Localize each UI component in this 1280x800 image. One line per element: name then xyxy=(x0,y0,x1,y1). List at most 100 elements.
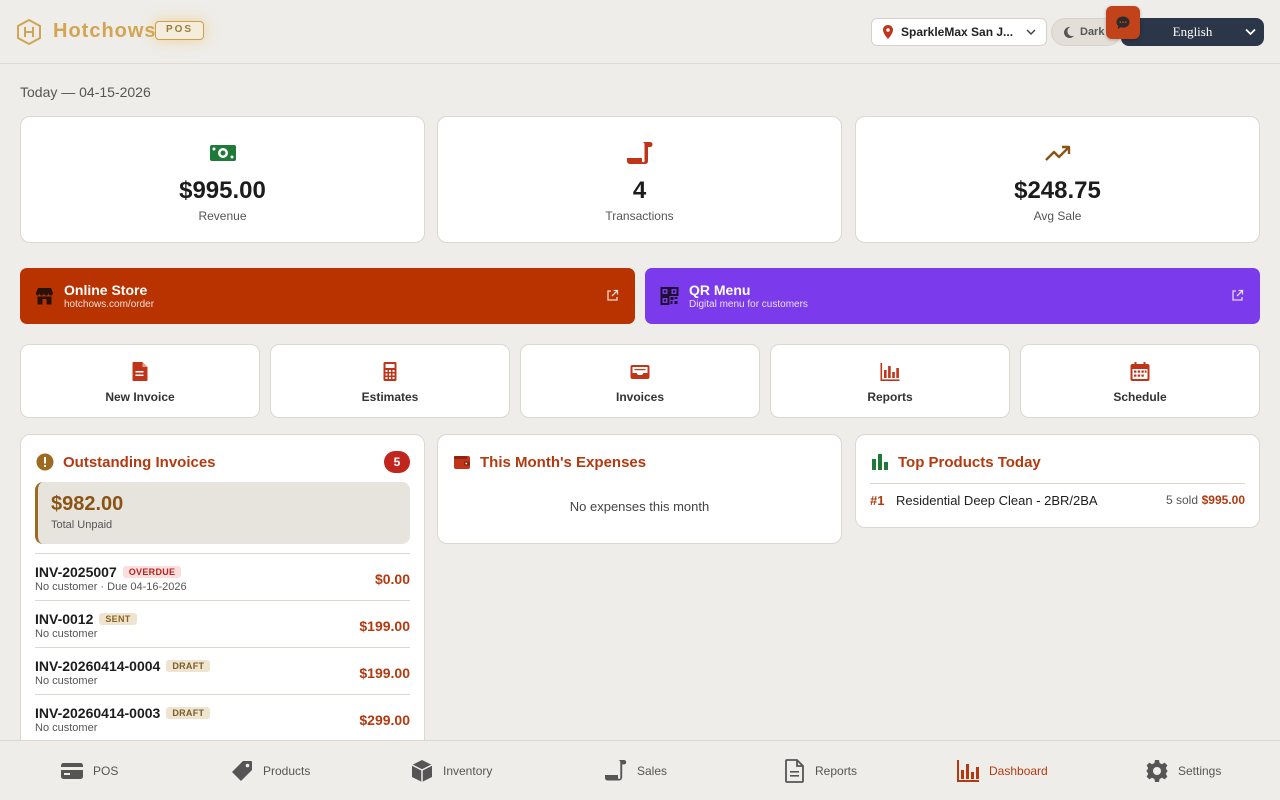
nav-item-reports[interactable]: Reports xyxy=(782,741,857,800)
chevron-down-icon xyxy=(1026,29,1036,36)
chevron-down-icon xyxy=(1245,28,1256,36)
nav-item-products[interactable]: Products xyxy=(230,741,310,800)
location-pin-icon xyxy=(883,25,893,39)
outstanding-invoices-panel: Outstanding Invoices 5 $982.00 Total Unp… xyxy=(20,434,425,754)
expenses-panel: This Month's Expenses No expenses this m… xyxy=(437,434,842,544)
quick-action-label: Reports xyxy=(867,390,913,404)
chat-button[interactable] xyxy=(1106,6,1140,39)
product-rank: #1 xyxy=(870,493,885,508)
schedule-button[interactable]: Schedule xyxy=(1020,344,1260,418)
total-unpaid-label: Total Unpaid xyxy=(51,519,113,531)
receipt-icon xyxy=(605,760,627,781)
top-bar: Hotchows POS SparkleMax San J... Dark En… xyxy=(0,0,1280,64)
total-unpaid-summary: $982.00 Total Unpaid xyxy=(35,482,410,544)
top-products-panel: Top Products Today #1 Residential Deep C… xyxy=(855,434,1260,528)
quick-action-label: New Invoice xyxy=(105,390,175,404)
dark-mode-label: Dark xyxy=(1080,26,1105,38)
calendar-icon xyxy=(1130,362,1150,381)
invoice-id: INV-0012 xyxy=(35,611,94,627)
invoice-id: INV-2025007 xyxy=(35,564,117,580)
external-link-icon xyxy=(607,289,619,301)
empty-state-text: No expenses this month xyxy=(569,499,710,514)
estimates-button[interactable]: Estimates xyxy=(270,344,510,418)
total-unpaid-amount: $982.00 xyxy=(51,493,124,515)
status-badge: SENT xyxy=(99,613,137,625)
invoice-row[interactable]: INV-20260414-0004 DRAFT No customer $199.… xyxy=(35,647,410,694)
banner-title: Online Store xyxy=(64,282,148,298)
nav-label: Products xyxy=(263,764,311,778)
qr-code-icon xyxy=(660,287,679,305)
reports-button[interactable]: Reports xyxy=(770,344,1010,418)
bar-chart-icon xyxy=(872,454,888,470)
status-badge: DRAFT xyxy=(166,707,211,719)
product-sold-count: 5 sold xyxy=(1165,493,1198,507)
bar-chart-icon xyxy=(880,363,900,381)
nav-item-inventory[interactable]: Inventory xyxy=(410,741,492,800)
panel-title: This Month's Expenses xyxy=(480,454,647,471)
store-selector[interactable]: SparkleMax San J... xyxy=(871,18,1047,46)
panel-title: Top Products Today xyxy=(898,454,1041,471)
tag-icon xyxy=(232,761,252,781)
date-label: Today — 04-15-2026 xyxy=(20,84,151,100)
moon-icon xyxy=(1064,26,1075,38)
quick-action-label: Invoices xyxy=(615,390,665,404)
qr-menu-banner[interactable]: QR Menu Digital menu for customers xyxy=(645,268,1260,324)
gear-icon xyxy=(1146,760,1168,782)
money-icon xyxy=(209,145,236,161)
nav-item-pos[interactable]: POS xyxy=(60,741,118,800)
product-amount: $995.00 xyxy=(1201,493,1245,507)
brand-name: Hotchows xyxy=(53,20,157,42)
panel-title: Outstanding Invoices xyxy=(63,454,216,471)
stat-value: $248.75 xyxy=(1014,177,1101,204)
invoice-id: INV-20260414-0004 xyxy=(35,658,161,674)
stat-label: Revenue xyxy=(198,209,247,223)
banner-subtitle: hotchows.com/order xyxy=(64,299,155,310)
nav-label: Settings xyxy=(1178,764,1222,778)
invoice-row[interactable]: INV-0012 SENT No customer $199.00 xyxy=(35,600,410,647)
invoice-row[interactable]: INV-20260414-0003 DRAFT No customer $299.… xyxy=(35,694,410,741)
nav-label: Reports xyxy=(815,764,858,778)
nav-item-dashboard[interactable]: Dashboard xyxy=(956,741,1048,800)
quick-action-label: Estimates xyxy=(361,390,419,404)
invoice-meta: No customer xyxy=(35,722,98,734)
box-icon xyxy=(411,760,433,782)
logo-hexagon-icon xyxy=(17,19,41,45)
online-store-banner[interactable]: Online Store hotchows.com/order xyxy=(20,268,635,324)
chat-bubble-icon xyxy=(1116,16,1130,29)
invoice-row[interactable]: INV-2025007 OVERDUE No customer · Due 04-… xyxy=(35,553,410,600)
trend-up-icon xyxy=(1044,145,1070,161)
invoice-meta: No customer xyxy=(35,628,98,640)
nav-item-sales[interactable]: Sales xyxy=(604,741,667,800)
banner-title: QR Menu xyxy=(689,282,751,298)
invoice-amount: $199.00 xyxy=(359,618,410,634)
nav-label: Inventory xyxy=(443,764,493,778)
nav-item-settings[interactable]: Settings xyxy=(1145,741,1221,800)
invoice-amount: $299.00 xyxy=(359,712,410,728)
stat-label: Avg Sale xyxy=(1033,209,1082,223)
nav-label: POS xyxy=(93,764,119,778)
storefront-icon xyxy=(36,288,53,305)
stat-label: Transactions xyxy=(605,209,674,223)
status-badge: OVERDUE xyxy=(122,566,182,578)
new-invoice-button[interactable]: New Invoice xyxy=(20,344,260,418)
invoices-button[interactable]: Invoices xyxy=(520,344,760,418)
stat-value: $995.00 xyxy=(179,177,266,204)
invoice-count-badge: 5 xyxy=(384,451,410,473)
bottom-navigation: POS Products Inventory Sales Reports Das… xyxy=(0,740,1280,800)
quick-action-label: Schedule xyxy=(1113,390,1167,404)
external-link-icon xyxy=(1232,289,1244,301)
product-row: #1 Residential Deep Clean - 2BR/2BA 5 so… xyxy=(870,483,1245,515)
invoice-meta: No customer xyxy=(35,675,98,687)
stat-value: 4 xyxy=(632,177,647,204)
stat-card-transactions: 4 Transactions xyxy=(437,116,842,243)
bar-chart-icon xyxy=(957,760,979,782)
product-name: Residential Deep Clean - 2BR/2BA xyxy=(896,493,1098,508)
file-invoice-icon xyxy=(132,362,148,381)
receipt-icon xyxy=(626,142,652,164)
calculator-icon xyxy=(383,362,397,381)
language-selector[interactable]: English xyxy=(1121,18,1264,46)
invoice-amount: $199.00 xyxy=(359,665,410,681)
invoice-meta: No customer · Due 04-16-2026 xyxy=(35,581,187,593)
invoice-id: INV-20260414-0003 xyxy=(35,705,161,721)
nav-label: Dashboard xyxy=(989,764,1048,778)
